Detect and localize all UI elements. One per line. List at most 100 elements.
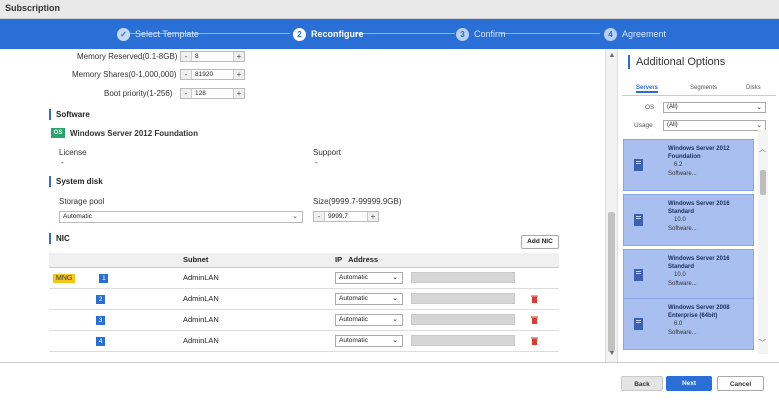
memory-reserved-value[interactable]: 8 xyxy=(191,52,234,61)
ip-mode-select[interactable]: Automatic ⌄ xyxy=(335,292,403,305)
ip-mode-select[interactable]: Automatic ⌄ xyxy=(335,334,403,347)
memory-reserved-stepper[interactable]: - 8 + xyxy=(180,51,245,62)
panel-scrollbar[interactable]: ︿ ﹀ xyxy=(758,130,768,354)
nic-table: Subnet IP Address MNG 1 AdminLAN Automat… xyxy=(49,253,559,352)
chevron-down-icon[interactable]: ﹀ xyxy=(759,338,766,348)
wizard-step-confirm[interactable]: 3 Confirm xyxy=(456,26,506,42)
memory-shares-value[interactable]: 81920 xyxy=(191,70,234,79)
table-row: 2 AdminLAN Automatic ⌄ xyxy=(49,288,559,310)
decrement-button[interactable]: - xyxy=(181,89,191,98)
step-number: 3 xyxy=(456,27,469,41)
boot-priority-value[interactable]: 128 xyxy=(191,89,234,98)
column-header-subnet: Subnet xyxy=(179,253,331,268)
ip-mode-select[interactable]: Automatic ⌄ xyxy=(335,271,403,284)
nic-number: 3 xyxy=(96,315,105,325)
card-name: Windows Server 2016 Standard xyxy=(668,256,730,270)
back-button[interactable]: Back xyxy=(621,376,663,391)
wizard-progress-bar: ✓ Select Template 2 Reconfigure 3 Confir… xyxy=(0,19,779,49)
software-name: Windows Server 2012 Foundation xyxy=(70,129,198,138)
license-value: - xyxy=(61,158,64,167)
section-nic: NIC xyxy=(49,233,70,244)
scroll-down-icon[interactable]: ▼ xyxy=(608,350,616,358)
subnet-cell: AdminLAN xyxy=(179,267,331,289)
window-title: Subscription xyxy=(5,3,61,13)
subnet-cell: AdminLAN xyxy=(179,309,331,331)
scrollbar-thumb[interactable] xyxy=(760,170,766,195)
trash-icon[interactable] xyxy=(531,316,539,324)
wizard-step-select-template[interactable]: ✓ Select Template xyxy=(117,26,199,42)
main-scrollbar[interactable]: ▲ ▼ xyxy=(605,49,617,362)
os-filter-select[interactable]: (All) ⌄ xyxy=(663,102,766,113)
tab-disks[interactable]: Disks xyxy=(746,85,761,91)
decrement-button[interactable]: - xyxy=(314,212,324,221)
server-icon xyxy=(634,159,643,171)
step-number: 4 xyxy=(604,27,617,41)
wizard-step-reconfigure[interactable]: 2 Reconfigure xyxy=(293,26,364,42)
memory-shares-stepper[interactable]: - 81920 + xyxy=(180,69,245,80)
increment-button[interactable]: + xyxy=(234,70,244,79)
wizard-step-agreement[interactable]: 4 Agreement xyxy=(604,26,666,42)
ip-mode-select[interactable]: Automatic ⌄ xyxy=(335,313,403,326)
disk-size-stepper[interactable]: - 9999.7 + xyxy=(313,211,379,222)
tab-segments[interactable]: Segments xyxy=(690,85,717,91)
server-icon xyxy=(634,269,643,281)
chevron-down-icon: ⌄ xyxy=(392,315,398,323)
software-card[interactable]: Windows Server 2016 Standard 10.0 Softwa… xyxy=(623,249,754,301)
table-row: 3 AdminLAN Automatic ⌄ xyxy=(49,309,559,331)
card-name: Windows Server 2016 Standard xyxy=(668,201,730,215)
tab-servers[interactable]: Servers xyxy=(636,85,659,93)
cancel-button[interactable]: Cancel xyxy=(717,376,764,391)
table-header-row: Subnet IP Address xyxy=(49,253,559,268)
card-name: Windows Server 2008 Enterprise (64bit) xyxy=(668,305,730,319)
section-software: Software xyxy=(49,109,90,120)
support-label: Support xyxy=(313,148,342,157)
next-button[interactable]: Next xyxy=(666,376,712,391)
chevron-down-icon: ⌄ xyxy=(292,213,298,220)
disk-size-label: Size(9999.7-99999.9GB) xyxy=(313,197,402,206)
card-name: Windows Server 2012 Foundation xyxy=(668,146,730,160)
footer-bar: Back Next Cancel xyxy=(0,362,779,406)
card-version: 6.0 xyxy=(674,321,683,327)
add-nic-button[interactable]: Add NIC xyxy=(521,235,559,249)
scroll-up-icon[interactable]: ▲ xyxy=(608,52,616,60)
chevron-down-icon: ⌄ xyxy=(392,273,398,281)
usage-filter-label: Usage xyxy=(634,122,653,129)
card-category: Software... xyxy=(668,330,697,336)
memory-reserved-label: Memory Reserved(0.1-8GB) xyxy=(77,52,178,61)
trash-icon[interactable] xyxy=(531,295,539,303)
card-category: Software... xyxy=(668,226,697,232)
increment-button[interactable]: + xyxy=(234,89,244,98)
chevron-down-icon: ⌄ xyxy=(756,122,762,129)
scrollbar-thumb[interactable] xyxy=(608,212,615,352)
card-version: 10.0 xyxy=(674,217,686,223)
decrement-button[interactable]: - xyxy=(181,70,191,79)
panel-title: Additional Options xyxy=(628,55,725,69)
disk-size-value[interactable]: 9999.7 xyxy=(324,212,368,221)
chevron-down-icon: ⌄ xyxy=(392,294,398,302)
card-category: Software... xyxy=(668,171,697,177)
storage-pool-select[interactable]: Automatic ⌄ xyxy=(59,211,303,223)
ip-address-field xyxy=(411,314,516,325)
increment-button[interactable]: + xyxy=(368,212,378,221)
wizard-connector xyxy=(500,33,600,34)
software-card[interactable]: Windows Server 2008 Enterprise (64bit) 6… xyxy=(623,298,754,350)
storage-pool-label: Storage pool xyxy=(59,197,105,206)
nic-number: 1 xyxy=(99,273,109,283)
boot-priority-stepper[interactable]: - 128 + xyxy=(180,88,245,99)
boot-priority-label: Boot priority(1-256) xyxy=(104,89,173,98)
subnet-cell: AdminLAN xyxy=(179,288,331,310)
os-filter-label: OS xyxy=(645,104,655,111)
table-row: 4 AdminLAN Automatic ⌄ xyxy=(49,330,559,352)
wizard-step-label: Confirm xyxy=(474,29,506,39)
decrement-button[interactable]: - xyxy=(181,52,191,61)
wizard-connector xyxy=(355,33,455,34)
trash-icon[interactable] xyxy=(531,337,539,345)
chevron-up-icon[interactable]: ︿ xyxy=(759,144,766,154)
memory-shares-label: Memory Shares(0-1,000,000) xyxy=(72,70,177,79)
increment-button[interactable]: + xyxy=(234,52,244,61)
server-icon xyxy=(634,318,643,330)
software-card[interactable]: Windows Server 2012 Foundation 6.2 Softw… xyxy=(623,139,754,191)
license-label: License xyxy=(59,148,87,157)
os-badge: OS xyxy=(51,128,65,138)
software-card[interactable]: Windows Server 2016 Standard 10.0 Softwa… xyxy=(623,194,754,246)
